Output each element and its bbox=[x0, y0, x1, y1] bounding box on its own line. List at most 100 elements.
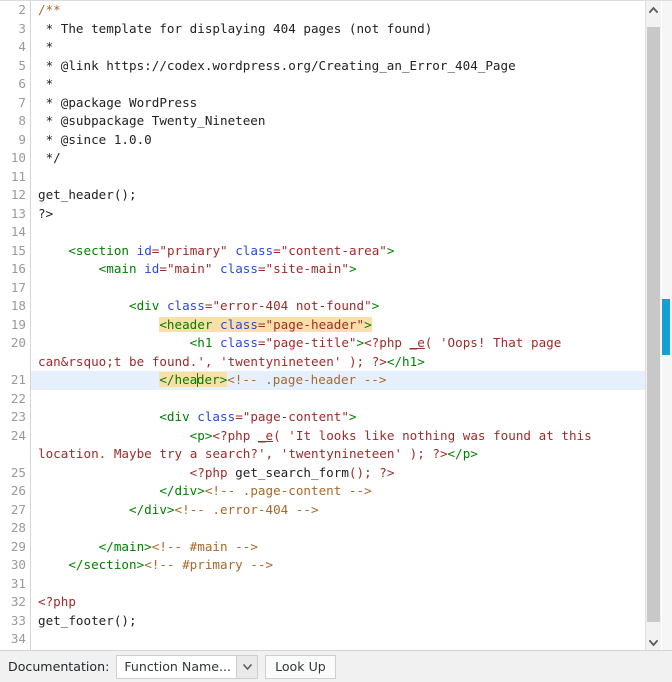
code-editor[interactable]: 2 /** 3 * The template for displaying 404 … bbox=[0, 0, 672, 650]
annotation-marker-rail[interactable] bbox=[662, 1, 672, 650]
line-number: 34 bbox=[0, 630, 26, 649]
line-number: 26 bbox=[0, 482, 26, 501]
line-number: 22 bbox=[0, 389, 26, 408]
code-line[interactable]: 32 <?php bbox=[0, 593, 645, 612]
code-line-text: * bbox=[38, 39, 54, 54]
code-line[interactable]: 16 <main id="main" class="site-main"> bbox=[0, 260, 645, 279]
code-line[interactable]: 15 <section id="primary" class="content-… bbox=[0, 241, 645, 260]
code-line-text: </header><!-- .page-header --> bbox=[159, 372, 387, 387]
code-line[interactable]: 33 get_footer(); bbox=[0, 611, 645, 630]
code-line[interactable]: 11 bbox=[0, 167, 645, 186]
line-number: 2 bbox=[0, 1, 26, 20]
code-line[interactable]: 2 /** bbox=[0, 1, 645, 20]
code-line-text: </div><!-- .page-content --> bbox=[159, 483, 372, 498]
code-line-text: <section id="primary" class="content-are… bbox=[68, 242, 395, 258]
scroll-down-button[interactable] bbox=[646, 634, 661, 650]
code-line[interactable]: 34 bbox=[0, 630, 645, 649]
line-number: 33 bbox=[0, 611, 26, 630]
code-line[interactable]: 24 <p><?php _e( 'It looks like nothing w… bbox=[0, 426, 645, 464]
theme-editor-window: 2 /** 3 * The template for displaying 404 … bbox=[0, 0, 672, 682]
line-number: 23 bbox=[0, 408, 26, 427]
code-line[interactable]: 10 */ bbox=[0, 149, 645, 168]
code-line-text: * @subpackage Twenty_Nineteen bbox=[38, 113, 266, 128]
code-line[interactable]: 18 <div class="error-404 not-found"> bbox=[0, 297, 645, 316]
code-line-text: <?php bbox=[38, 594, 76, 609]
line-number: 17 bbox=[0, 278, 26, 297]
line-number: 6 bbox=[0, 75, 26, 94]
code-line[interactable]: 31 bbox=[0, 574, 645, 593]
annotation-marker[interactable] bbox=[662, 299, 670, 355]
function-name-select[interactable]: Function Name... bbox=[116, 654, 259, 679]
code-line[interactable]: 22 bbox=[0, 389, 645, 408]
code-line-text: get_footer(); bbox=[38, 612, 137, 628]
code-line[interactable]: 20 <h1 class="page-title"><?php _e( 'Oop… bbox=[0, 334, 645, 371]
code-line-text: <main id="main" class="site-main"> bbox=[98, 261, 357, 276]
code-line[interactable]: 30 </section><!-- #primary --> bbox=[0, 556, 645, 575]
code-line[interactable]: 6 * bbox=[0, 75, 645, 94]
line-number: 24 bbox=[0, 426, 26, 445]
code-scroll-area[interactable]: 2 /** 3 * The template for displaying 404 … bbox=[0, 1, 645, 650]
code-line[interactable]: 13 ?> bbox=[0, 204, 645, 223]
code-line-text: * @since 1.0.0 bbox=[38, 131, 152, 147]
line-number: 11 bbox=[0, 167, 26, 186]
code-line[interactable]: 28 bbox=[0, 519, 645, 538]
code-line-text: <p><?php _e( 'It looks like nothing was … bbox=[38, 427, 592, 462]
line-number: 29 bbox=[0, 537, 26, 556]
code-line[interactable]: 9 * @since 1.0.0 bbox=[0, 130, 645, 149]
line-number: 14 bbox=[0, 223, 26, 242]
matching-tag-highlight: </header> bbox=[159, 372, 228, 387]
line-number: 32 bbox=[0, 593, 26, 612]
code-line[interactable]: 29 </main><!-- #main --> bbox=[0, 537, 645, 556]
line-number: 4 bbox=[0, 38, 26, 57]
scrollbar-thumb[interactable] bbox=[647, 27, 660, 622]
code-line-text: * bbox=[38, 76, 54, 91]
code-line[interactable]: 27 </div><!-- .error-404 --> bbox=[0, 500, 645, 519]
line-number: 9 bbox=[0, 130, 26, 149]
code-line[interactable]: 17 bbox=[0, 278, 645, 297]
code-line[interactable]: 7 * @package WordPress bbox=[0, 93, 645, 112]
code-line-text: get_header(); bbox=[38, 187, 137, 202]
line-number: 7 bbox=[0, 93, 26, 112]
code-content[interactable]: 2 /** 3 * The template for displaying 404 … bbox=[0, 1, 645, 649]
code-line[interactable]: 5 * @link https://codex.wordpress.org/Cr… bbox=[0, 56, 645, 75]
code-line[interactable]: 12 get_header(); bbox=[0, 186, 645, 205]
line-number: 21 bbox=[0, 371, 26, 390]
code-line[interactable]: 4 * bbox=[0, 38, 645, 57]
line-number: 31 bbox=[0, 574, 26, 593]
line-number: 3 bbox=[0, 19, 26, 38]
look-up-button[interactable]: Look Up bbox=[265, 654, 336, 679]
code-line[interactable]: 19 <header class="page-header"> bbox=[0, 315, 645, 334]
line-number: 20 bbox=[0, 334, 26, 353]
code-line-text: * The template for displaying 404 pages … bbox=[38, 20, 433, 36]
code-line-text: */ bbox=[38, 150, 61, 165]
code-line-text: ?> bbox=[38, 205, 54, 221]
code-line-text: <?php get_search_form(); ?> bbox=[189, 464, 395, 480]
line-number: 12 bbox=[0, 186, 26, 205]
code-line-text: <h1 class="page-title"><?php _e( 'Oops! … bbox=[38, 335, 562, 369]
code-line[interactable]: 14 bbox=[0, 223, 645, 242]
line-number: 13 bbox=[0, 204, 26, 223]
code-line-text: <div class="error-404 not-found"> bbox=[129, 298, 380, 313]
code-line[interactable]: 8 * @subpackage Twenty_Nineteen bbox=[0, 112, 645, 131]
code-line-text: </main><!-- #main --> bbox=[98, 538, 258, 554]
line-number: 19 bbox=[0, 315, 26, 334]
code-line[interactable]: 26 </div><!-- .page-content --> bbox=[0, 482, 645, 501]
line-number: 27 bbox=[0, 500, 26, 519]
line-number: 5 bbox=[0, 56, 26, 75]
line-number: 30 bbox=[0, 556, 26, 575]
documentation-toolbar: Documentation: Function Name... Look Up bbox=[0, 650, 672, 682]
code-line[interactable]: 25 <?php get_search_form(); ?> bbox=[0, 463, 645, 482]
chevron-down-icon bbox=[649, 639, 658, 646]
vertical-scrollbar[interactable] bbox=[645, 1, 661, 650]
code-line-text: <header class="page-header"> bbox=[38, 316, 372, 332]
chevron-up-icon bbox=[649, 6, 658, 13]
code-line[interactable]: 23 <div class="page-content"> bbox=[0, 408, 645, 427]
line-number: 8 bbox=[0, 112, 26, 131]
line-number: 15 bbox=[0, 241, 26, 260]
line-number: 10 bbox=[0, 149, 26, 168]
line-number: 18 bbox=[0, 297, 26, 316]
scroll-up-button[interactable] bbox=[646, 1, 661, 18]
code-line[interactable]: 3 * The template for displaying 404 page… bbox=[0, 19, 645, 38]
code-line-text: <div class="page-content"> bbox=[159, 409, 357, 424]
code-line[interactable]: 21 </header><!-- .page-header --> bbox=[0, 371, 645, 390]
